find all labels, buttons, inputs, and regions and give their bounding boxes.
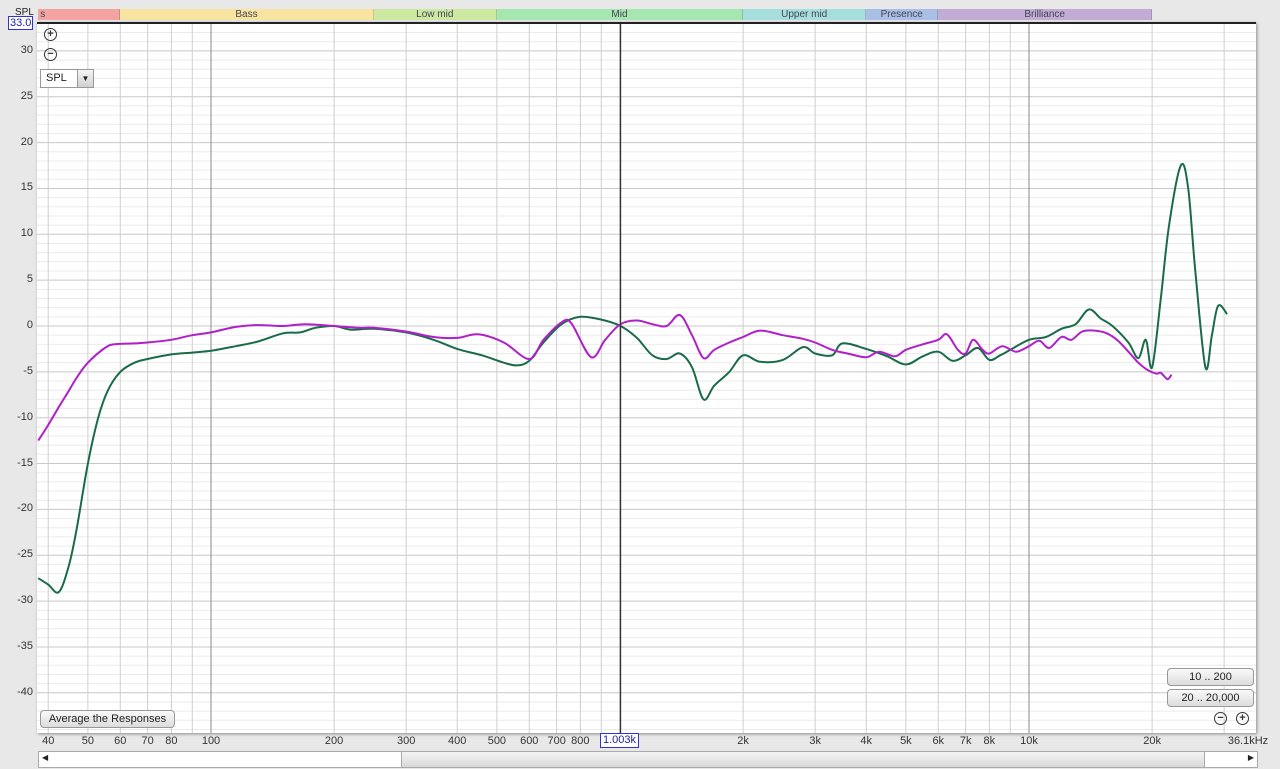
zoom-in-icon[interactable]: + xyxy=(44,28,57,41)
x-tick-label: 4k xyxy=(860,735,873,747)
x-tick-label: 2k xyxy=(737,735,749,747)
y-tick-label: 25 xyxy=(20,89,33,102)
x-zoom-out-icon[interactable]: − xyxy=(1214,712,1227,725)
band-bass: Bass xyxy=(120,9,374,20)
band-s: s xyxy=(38,9,121,20)
x-tick-label: 20k xyxy=(1143,735,1161,747)
y-cursor-readout: 33.0 xyxy=(8,16,34,30)
scrollbar-thumb[interactable] xyxy=(401,752,1205,767)
band-presence: Presence xyxy=(866,9,939,20)
y-tick-label: -35 xyxy=(17,639,33,652)
x-tick-label: 36.1kHz xyxy=(1227,735,1269,747)
frequency-band-bar: s Bass Low mid Mid Upper mid Presence Brillian… xyxy=(38,9,1153,20)
x-tick-label: 50 xyxy=(81,735,94,747)
x-tick-label: 700 xyxy=(547,735,566,747)
zoom-out-icon[interactable]: − xyxy=(44,48,57,61)
x-tick-label: 70 xyxy=(141,735,154,747)
x-tick-label: 800 xyxy=(571,735,590,747)
scroll-right-icon[interactable]: ▶ xyxy=(1248,753,1254,762)
y-tick-label: 10 xyxy=(20,227,33,240)
band-upper-mid: Upper mid xyxy=(743,9,867,20)
x-tick-label: 200 xyxy=(324,735,344,747)
scroll-left-icon[interactable]: ◀ xyxy=(42,753,48,762)
y-tick-label: -30 xyxy=(17,594,33,607)
x-tick-label: 600 xyxy=(520,735,539,747)
y-tick-label: 0 xyxy=(26,319,33,331)
y-tick-label: -40 xyxy=(17,685,33,698)
x-zoom-in-icon[interactable]: + xyxy=(1236,712,1249,725)
x-tick-label: 40 xyxy=(42,735,55,747)
y-tick-label: 30 xyxy=(20,43,33,56)
y-tick-label: 5 xyxy=(26,273,33,286)
measure-select-value: SPL xyxy=(46,72,67,84)
average-responses-button[interactable]: Average the Responses xyxy=(40,710,175,728)
x-tick-label: 100 xyxy=(201,735,221,747)
y-tick-label: -10 xyxy=(17,410,33,423)
y-tick-label: 20 xyxy=(20,135,33,148)
x-tick-label: 5k xyxy=(900,735,912,747)
x-tick-label: 80 xyxy=(165,735,178,747)
x-tick-label: 500 xyxy=(487,735,507,747)
horizontal-scrollbar[interactable]: ◀ ▶ xyxy=(38,751,1258,768)
y-tick-label: 15 xyxy=(20,181,33,194)
y-tick-label: -25 xyxy=(17,548,33,561)
y-tick-label: -5 xyxy=(23,364,33,377)
band-low-mid: Low mid xyxy=(373,9,497,20)
x-tick-label: 400 xyxy=(448,735,467,747)
range-20-20000-button[interactable]: 20 .. 20,000 xyxy=(1167,689,1254,707)
band-brilliance: Brilliance xyxy=(938,9,1153,20)
band-mid: Mid xyxy=(496,9,744,20)
measure-select[interactable]: SPL ▼ xyxy=(40,69,94,88)
x-tick-label: 300 xyxy=(396,735,416,747)
x-tick-label: 8k xyxy=(983,735,996,747)
range-10-200-button[interactable]: 10 .. 200 xyxy=(1167,668,1254,686)
series-line-2 xyxy=(37,313,1173,442)
y-tick-label: -15 xyxy=(17,456,33,469)
chevron-down-icon: ▼ xyxy=(77,70,93,87)
chart-svg xyxy=(37,24,1256,733)
x-tick-label: 7k xyxy=(959,735,972,747)
plot-area[interactable] xyxy=(37,22,1256,733)
x-tick-label: 6k xyxy=(932,735,945,747)
series-line-1 xyxy=(37,163,1228,594)
x-cursor-readout: 1.003k xyxy=(600,733,640,748)
x-tick-label: 10k xyxy=(1020,735,1038,747)
x-tick-label: 3k xyxy=(809,735,821,747)
y-tick-label: -20 xyxy=(17,502,33,515)
x-tick-label: 60 xyxy=(114,735,127,747)
